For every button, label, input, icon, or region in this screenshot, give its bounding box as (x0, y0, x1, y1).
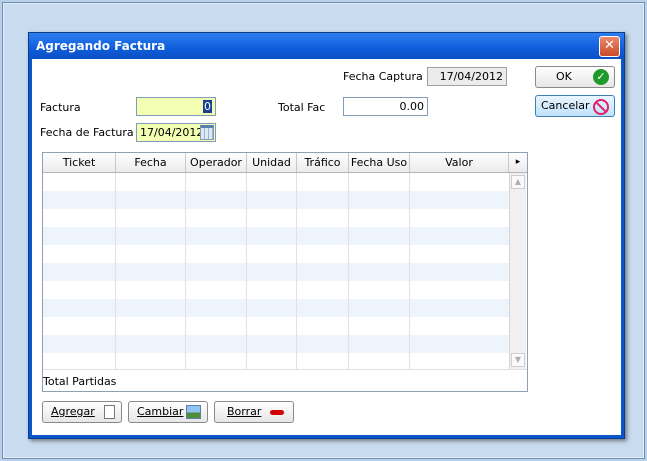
table-footer-divider (43, 369, 527, 370)
more-columns-icon[interactable]: ▸ (509, 153, 527, 172)
column-header-trafico[interactable]: Tráfico (297, 153, 349, 172)
factura-label: Factura (40, 101, 81, 114)
column-header-fecha-uso[interactable]: Fecha Uso (349, 153, 410, 172)
column-divider (296, 173, 297, 369)
fecha-factura-input[interactable]: 17/04/2012 (136, 123, 216, 142)
fecha-factura-value: 17/04/2012 (140, 126, 204, 139)
ok-button[interactable]: OK ✓ (535, 66, 615, 88)
column-header-valor[interactable]: Valor (410, 153, 509, 172)
table-row[interactable] (43, 227, 509, 245)
column-header-fecha[interactable]: Fecha (116, 153, 186, 172)
ok-label: OK (556, 70, 572, 83)
factura-input[interactable]: 0 (136, 97, 216, 116)
column-divider (246, 173, 247, 369)
cambiar-label: Cambiar (137, 405, 184, 418)
agregar-label: Agregar (51, 405, 95, 418)
dialog-body: Fecha Captura 17/04/2012 Factura 0 Total… (32, 59, 621, 435)
table-row[interactable] (43, 263, 509, 281)
table-row[interactable] (43, 173, 509, 191)
fecha-captura-field: 17/04/2012 (427, 67, 507, 86)
cancelar-label: Cancelar (541, 99, 590, 112)
total-fac-input[interactable]: 0.00 (343, 97, 428, 116)
table-row[interactable] (43, 299, 509, 317)
agregando-factura-dialog: Agregando Factura ✕ Fecha Captura 17/04/… (28, 32, 625, 439)
table-row[interactable] (43, 335, 509, 353)
new-document-icon (104, 405, 115, 419)
cambiar-button[interactable]: Cambiar (128, 401, 208, 423)
table-header: Ticket Fecha Operador Unidad Tráfico Fec… (43, 153, 527, 173)
column-header-unidad[interactable]: Unidad (247, 153, 297, 172)
cancelar-button[interactable]: Cancelar (535, 95, 615, 117)
delete-icon (270, 410, 284, 415)
table-row[interactable] (43, 245, 509, 263)
table-row[interactable] (43, 317, 509, 335)
partidas-table[interactable]: Ticket Fecha Operador Unidad Tráfico Fec… (42, 152, 528, 392)
total-fac-label: Total Fac (278, 101, 326, 114)
calendar-icon[interactable] (200, 125, 214, 140)
cancel-icon (593, 99, 609, 115)
scroll-down-icon[interactable]: ▼ (511, 353, 525, 367)
checkmark-icon: ✓ (593, 69, 609, 85)
close-icon: ✕ (604, 38, 615, 53)
title-bar[interactable]: Agregando Factura ✕ (29, 33, 624, 59)
column-header-operador[interactable]: Operador (186, 153, 247, 172)
column-divider (409, 173, 410, 369)
table-row[interactable] (43, 191, 509, 209)
column-header-ticket[interactable]: Ticket (43, 153, 116, 172)
fecha-captura-label: Fecha Captura (343, 70, 423, 83)
close-button[interactable]: ✕ (599, 36, 620, 57)
column-divider (185, 173, 186, 369)
factura-value: 0 (203, 100, 212, 113)
total-partidas-label: Total Partidas (43, 375, 117, 388)
scroll-up-icon[interactable]: ▲ (511, 175, 525, 189)
borrar-label: Borrar (227, 405, 262, 418)
fecha-factura-label: Fecha de Factura (40, 126, 134, 139)
column-divider (115, 173, 116, 369)
table-row[interactable] (43, 281, 509, 299)
edit-image-icon (186, 405, 201, 419)
column-divider (348, 173, 349, 369)
outer-frame: Agregando Factura ✕ Fecha Captura 17/04/… (2, 2, 645, 459)
table-row[interactable] (43, 209, 509, 227)
borrar-button[interactable]: Borrar (214, 401, 294, 423)
agregar-button[interactable]: Agregar (42, 401, 122, 423)
table-vertical-scrollbar[interactable]: ▲ ▼ (509, 173, 526, 369)
table-row[interactable] (43, 353, 509, 369)
dialog-title: Agregando Factura (36, 39, 166, 53)
